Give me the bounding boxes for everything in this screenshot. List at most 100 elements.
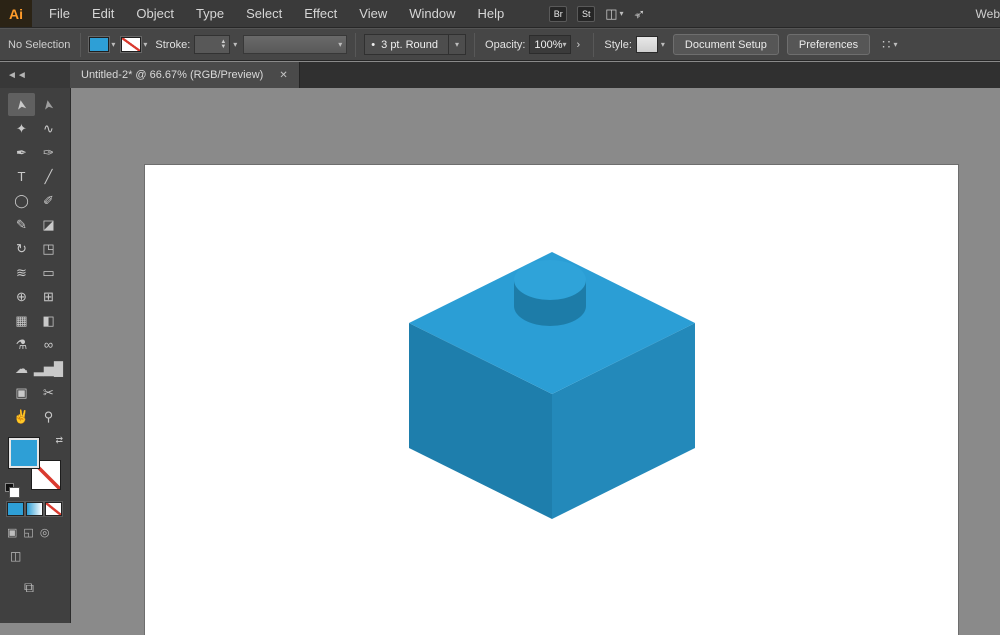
tool-rotate[interactable]: ↻ xyxy=(8,237,35,260)
default-fill-stroke-icon[interactable] xyxy=(5,483,14,492)
brush-preset-label: 3 pt. Round xyxy=(381,39,438,51)
tool-symbol-sprayer[interactable]: ☁ xyxy=(8,357,35,380)
menu-effect[interactable]: Effect xyxy=(293,0,348,27)
artboard-tool-icon: ▣ xyxy=(15,385,27,401)
draw-inside-icon[interactable]: ◎ xyxy=(40,526,50,539)
tool-eraser[interactable]: ◪ xyxy=(35,213,62,236)
pen-tool-icon: ✒ xyxy=(16,145,27,161)
tool-hand[interactable]: ✌ xyxy=(8,405,35,428)
double-chevron-left-icon: ◄◄ xyxy=(7,70,27,81)
tool-pen[interactable]: ✒ xyxy=(8,141,35,164)
opacity-input[interactable]: 100% ▾ xyxy=(529,35,571,54)
tool-paintbrush[interactable]: ✐ xyxy=(35,189,62,212)
tool-pencil[interactable]: ✎ xyxy=(8,213,35,236)
chevron-down-icon[interactable]: ▾ xyxy=(233,40,237,49)
tool-mesh[interactable]: ▦ xyxy=(8,309,35,332)
gpu-performance-button[interactable]: ➳ xyxy=(634,6,645,22)
document-setup-button[interactable]: Document Setup xyxy=(673,34,779,55)
close-icon[interactable]: ✕ xyxy=(279,70,287,81)
tool-curvature[interactable]: ✑ xyxy=(35,141,62,164)
stepper-arrows-icon[interactable]: ▲▼ xyxy=(220,40,226,50)
menu-window[interactable]: Window xyxy=(398,0,466,27)
menu-select[interactable]: Select xyxy=(235,0,293,27)
artboard[interactable] xyxy=(145,165,958,635)
opacity-panel-button[interactable]: › xyxy=(571,35,585,54)
change-screen-mode-button[interactable]: ◫ xyxy=(10,549,70,563)
fill-color-control[interactable]: ▾ xyxy=(89,37,115,52)
gradient-button[interactable] xyxy=(26,502,43,516)
variable-width-profile-dropdown[interactable]: ▾ xyxy=(243,35,347,54)
tool-eyedropper[interactable]: ⚗ xyxy=(8,333,35,356)
tool-ellipse[interactable]: ◯ xyxy=(8,189,35,212)
ellipse-tool-icon: ◯ xyxy=(14,193,29,209)
fill-indicator[interactable] xyxy=(9,438,39,468)
tool-width[interactable]: ≋ xyxy=(8,261,35,284)
tool-column-graph[interactable]: ▂▅█ xyxy=(35,357,62,380)
tool-gradient[interactable]: ◧ xyxy=(35,309,62,332)
style-label[interactable]: Style: xyxy=(604,39,632,51)
arrange-documents-button[interactable]: ◫ ▾ xyxy=(605,6,623,22)
draw-normal-icon[interactable]: ▣ xyxy=(7,526,17,539)
tool-blend[interactable]: ∞ xyxy=(35,333,62,356)
tool-perspective-grid[interactable]: ⊞ xyxy=(35,285,62,308)
tool-type[interactable]: T xyxy=(8,165,35,188)
scale-tool-icon: ◳ xyxy=(42,241,54,257)
selection-status: No Selection xyxy=(8,39,72,51)
draw-behind-icon[interactable]: ◱ xyxy=(23,526,33,539)
divider xyxy=(80,33,81,57)
blend-tool-icon: ∞ xyxy=(44,337,53,352)
gpu-performance-icon: ➳ xyxy=(630,4,649,23)
stroke-weight-label[interactable]: Stroke: xyxy=(155,39,190,51)
align-options-button[interactable]: ∷ ▾ xyxy=(882,37,897,53)
screen-mode-monitor-button[interactable]: ⧉ xyxy=(24,579,70,596)
tool-shape-builder[interactable]: ⊕ xyxy=(8,285,35,308)
arrange-documents-icon: ◫ xyxy=(605,6,617,22)
bridge-button[interactable]: Br xyxy=(549,6,567,22)
canvas-area[interactable] xyxy=(71,88,1000,623)
color-button[interactable] xyxy=(7,502,24,516)
chevron-down-icon: ▾ xyxy=(620,9,624,18)
tool-line-segment[interactable]: ╱ xyxy=(35,165,62,188)
tool-artboard[interactable]: ▣ xyxy=(8,381,35,404)
tool-magic-wand[interactable]: ✦ xyxy=(8,117,35,140)
tool-scale[interactable]: ◳ xyxy=(35,237,62,260)
menu-edit[interactable]: Edit xyxy=(81,0,125,27)
tool-lasso[interactable]: ∿ xyxy=(35,117,62,140)
gradient-tool-icon: ◧ xyxy=(42,313,54,329)
rotate-tool-icon: ↻ xyxy=(16,241,27,257)
chevron-down-icon[interactable]: ▾ xyxy=(661,40,665,49)
menu-view[interactable]: View xyxy=(348,0,398,27)
menu-help[interactable]: Help xyxy=(466,0,515,27)
hand-tool-icon: ✌ xyxy=(13,409,29,425)
menu-file[interactable]: File xyxy=(38,0,81,27)
chevron-down-icon: ▾ xyxy=(563,40,567,49)
tool-slice[interactable]: ✂ xyxy=(35,381,62,404)
stroke-color-swatch[interactable] xyxy=(121,37,141,52)
tool-direct-selection[interactable]: ➤ xyxy=(35,93,62,116)
workspace-switcher[interactable]: Web xyxy=(976,7,1000,21)
tool-selection[interactable]: ➤ xyxy=(8,93,35,116)
menu-type[interactable]: Type xyxy=(185,0,235,27)
tool-free-transform[interactable]: ▭ xyxy=(35,261,62,284)
mesh-tool-icon: ▦ xyxy=(15,313,27,329)
opacity-label[interactable]: Opacity: xyxy=(485,39,525,51)
stroke-color-control[interactable]: ▾ xyxy=(121,37,147,52)
style-swatch[interactable] xyxy=(636,36,658,53)
document-tab[interactable]: Untitled-2* @ 66.67% (RGB/Preview) ✕ xyxy=(70,62,300,88)
preferences-button[interactable]: Preferences xyxy=(787,34,870,55)
stock-button[interactable]: St xyxy=(577,6,595,22)
fill-stroke-indicator[interactable]: ⇄ xyxy=(9,438,61,490)
tool-zoom[interactable]: ⚲ xyxy=(35,405,62,428)
slice-tool-icon: ✂ xyxy=(43,385,54,401)
brush-definition-dropdown[interactable]: • 3 pt. Round ▾ xyxy=(364,34,466,55)
tools-panel-collapse-button[interactable]: ◄◄ xyxy=(0,62,70,88)
color-mode-buttons xyxy=(7,502,63,516)
divider xyxy=(593,33,594,57)
menu-object[interactable]: Object xyxy=(125,0,185,27)
chevron-down-icon: ▾ xyxy=(338,40,342,49)
column-graph-tool-icon: ▂▅█ xyxy=(34,361,63,377)
none-button[interactable] xyxy=(45,502,62,516)
swap-fill-stroke-icon[interactable]: ⇄ xyxy=(55,435,63,446)
fill-color-swatch[interactable] xyxy=(89,37,109,52)
stroke-weight-stepper[interactable]: ▲▼ xyxy=(194,35,230,54)
